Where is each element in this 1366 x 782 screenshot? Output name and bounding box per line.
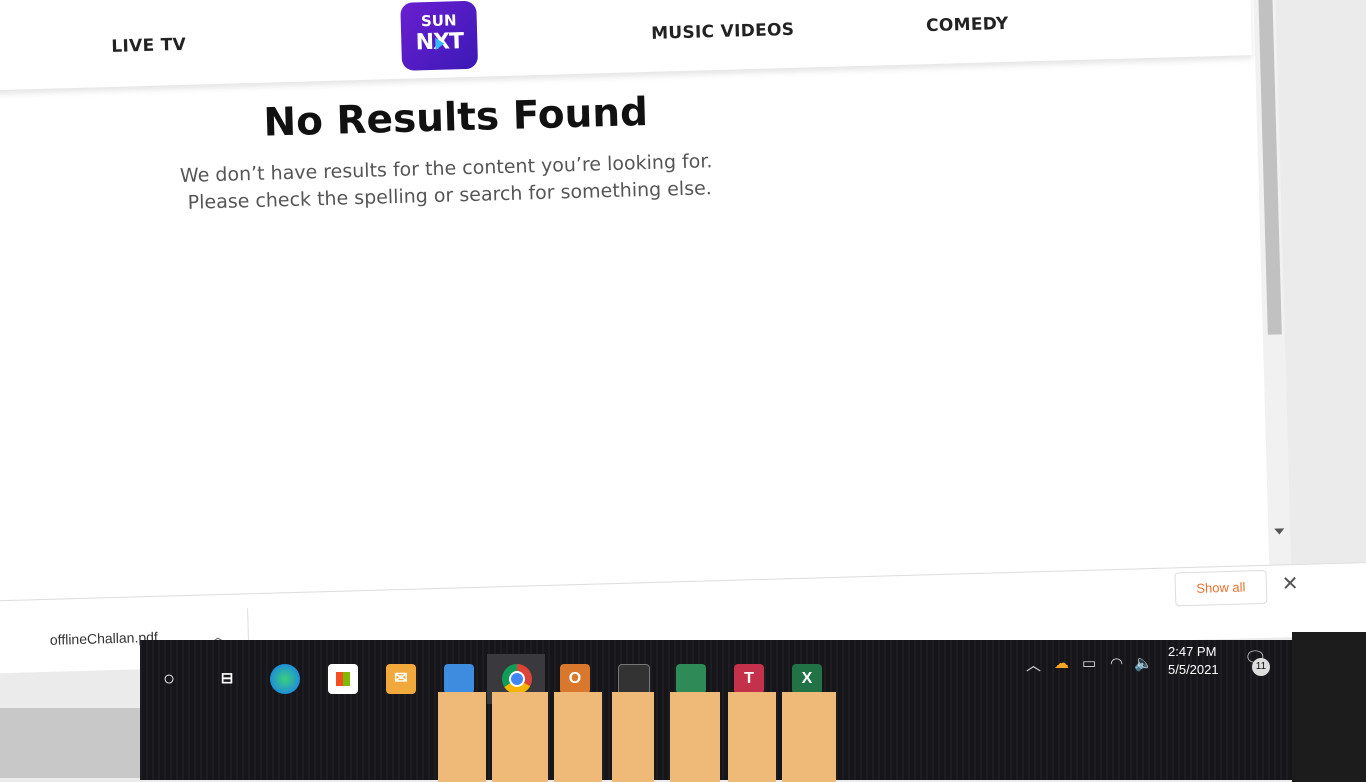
teams-icon[interactable]: T [734,664,764,694]
wifi-icon[interactable]: ◠ [1110,654,1123,672]
outlook-icon[interactable]: O [560,664,590,694]
desk-object [492,692,548,782]
desk-object [612,692,654,782]
excel-icon[interactable]: X [792,664,822,694]
desk-object [670,692,720,782]
edge-icon[interactable] [270,664,300,694]
clock-date[interactable]: 5/5/2021 [1168,662,1219,677]
desk-object [554,692,602,782]
volume-icon[interactable]: 🔈 [1134,654,1153,672]
start-circle-icon[interactable]: ○ [154,664,184,694]
play-icon [435,37,445,50]
close-icon[interactable]: ✕ [1281,571,1299,596]
browser-viewport: LIVE TV SUN NXT MUSIC VIDEOS COMEDY No R… [0,0,1272,601]
onedrive-cloud-icon[interactable]: ☁ [1054,654,1069,672]
chrome-icon[interactable] [502,664,532,694]
show-all-button[interactable]: Show all [1174,569,1268,607]
notification-count-badge: 11 [1252,658,1270,676]
desk-object [782,692,836,782]
clock-time[interactable]: 2:47 PM [1168,644,1216,659]
brand-bar [0,0,240,2]
windows-taskbar: ○ ⊟ ✉ O T X ︿ ☁ ▭ ◠ 🔈 2:47 PM 5/5/2021 🗨… [140,640,1366,782]
desk-object [728,692,776,782]
top-navigation: LIVE TV SUN NXT MUSIC VIDEOS COMEDY [0,0,1253,92]
mail-icon[interactable]: ✉ [386,664,416,694]
chevron-up-icon[interactable]: ︿ [1026,654,1041,675]
no-results-title: No Results Found [262,89,649,146]
task-view-icon[interactable]: ⊟ [212,664,242,694]
sun-nxt-logo[interactable]: SUN NXT [400,0,479,71]
scrollbar-thumb[interactable] [1257,0,1282,335]
logo-text-top: SUN [420,11,457,31]
screen-bezel [1292,632,1366,782]
nav-live-tv[interactable]: LIVE TV [111,35,186,57]
battery-icon[interactable]: ▭ [1082,654,1096,672]
sway-icon[interactable] [676,664,706,694]
file-explorer-icon[interactable] [444,664,474,694]
nav-comedy[interactable]: COMEDY [926,14,1009,36]
scroll-down-arrow-icon[interactable] [1274,528,1285,535]
store-icon[interactable] [328,664,358,694]
nav-music-videos[interactable]: MUSIC VIDEOS [651,20,795,44]
desk-object [438,692,486,782]
